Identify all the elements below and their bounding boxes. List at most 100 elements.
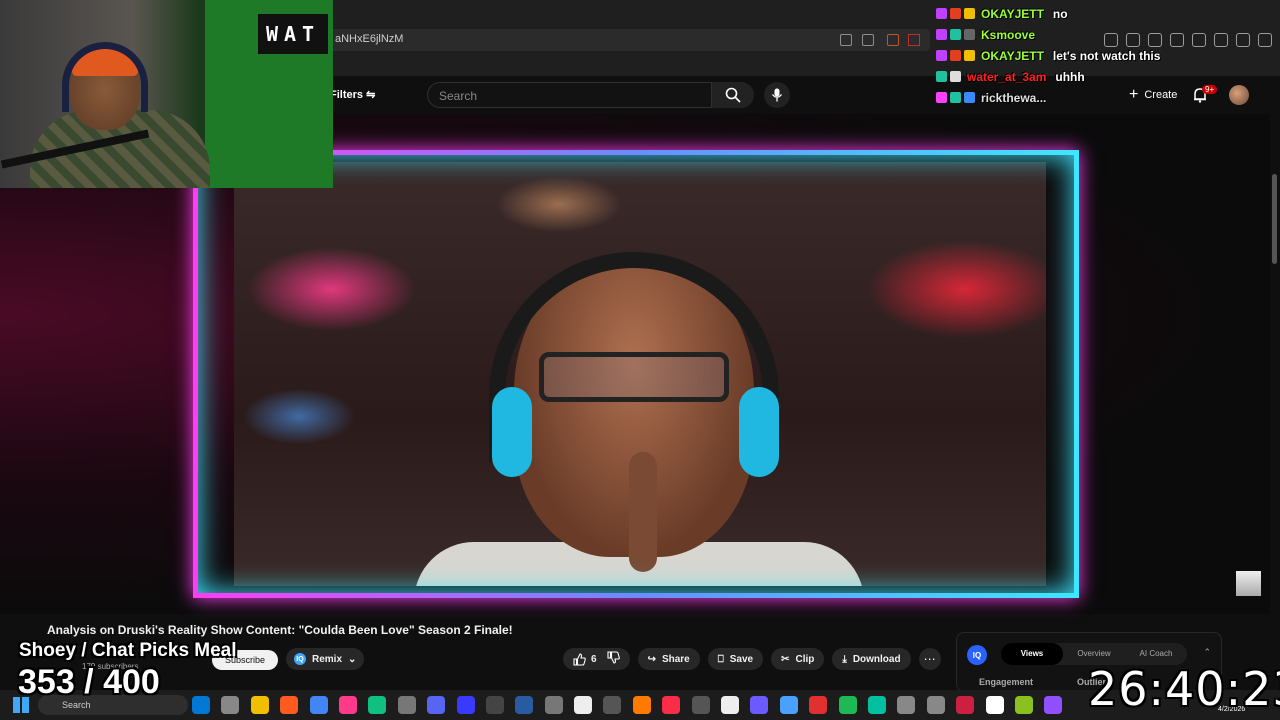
goal-label: Shoey / Chat Picks Meal bbox=[19, 640, 237, 661]
taskbar-app-icon[interactable] bbox=[721, 696, 740, 714]
taskbar-app-icon[interactable] bbox=[427, 696, 446, 714]
taskbar-app-icon[interactable] bbox=[250, 696, 269, 714]
chat-badge-icon bbox=[950, 8, 961, 19]
chat-username: water_at_3am bbox=[967, 69, 1047, 84]
taskbar-app-icon[interactable] bbox=[956, 696, 975, 714]
taskbar-app-icon[interactable] bbox=[809, 696, 828, 714]
brave-shield-icon[interactable] bbox=[887, 34, 899, 46]
chat-username: Ksmoove bbox=[981, 27, 1036, 42]
taskbar-app-icon[interactable] bbox=[515, 696, 534, 714]
account-avatar[interactable] bbox=[1229, 85, 1249, 105]
download-label: Download bbox=[852, 653, 901, 665]
share-button[interactable]: ↪ Share bbox=[637, 648, 700, 670]
download-button[interactable]: ⤓ Download bbox=[832, 648, 911, 670]
address-bar[interactable]: aNHxE6jlNzM bbox=[290, 29, 930, 51]
chat-badge-icon bbox=[936, 8, 947, 19]
taskbar-app-icon[interactable] bbox=[838, 696, 857, 714]
more-actions-button[interactable]: ⋯ bbox=[918, 648, 941, 670]
taskbar-apps bbox=[192, 696, 1063, 714]
chat-badge-icon bbox=[936, 92, 947, 103]
taskbar-app-icon[interactable] bbox=[632, 696, 651, 714]
clip-button[interactable]: ✂ Clip bbox=[771, 648, 825, 670]
chat-badge-icon bbox=[950, 92, 961, 103]
chat-badge-icon bbox=[964, 92, 975, 103]
neon-frame bbox=[193, 150, 1079, 598]
chat-username: OKAYJETT bbox=[981, 6, 1044, 21]
video-actions: 6 ↪ Share ⎕ Save ✂ Clip ⤓ Download ⋯ bbox=[563, 648, 941, 670]
voice-search-button[interactable] bbox=[764, 82, 790, 108]
like-button[interactable]: 6 bbox=[573, 652, 597, 666]
vpn-icon[interactable] bbox=[1236, 33, 1250, 47]
vidiq-logo[interactable]: IQ bbox=[967, 645, 987, 665]
search-icon bbox=[725, 87, 741, 103]
url-text: aNHxE6jlNzM bbox=[335, 33, 404, 45]
analytics-tab[interactable]: Views bbox=[1001, 643, 1063, 665]
taskbar-app-icon[interactable] bbox=[280, 696, 299, 714]
chat-overlay: OKAYJETT no Ksmoove OKAYJETT let's not watch… bbox=[936, 3, 1176, 108]
wallet-icon[interactable] bbox=[1192, 33, 1206, 47]
chat-badge-icon bbox=[936, 29, 947, 40]
dislike-button[interactable] bbox=[607, 651, 620, 667]
taskbar-app-icon[interactable] bbox=[662, 696, 681, 714]
chat-message: water_at_3am uhhh bbox=[936, 66, 1176, 87]
chat-text: uhhh bbox=[1055, 69, 1085, 84]
video-title: Analysis on Druski's Reality Show Conten… bbox=[47, 623, 513, 637]
brave-rewards-icon[interactable] bbox=[908, 34, 920, 46]
chevron-down-icon: ⌄ bbox=[348, 653, 357, 665]
chat-message: Ksmoove bbox=[936, 24, 1176, 45]
chat-text: let's not watch this bbox=[1052, 48, 1161, 63]
install-icon[interactable] bbox=[840, 34, 852, 46]
taskbar-app-icon[interactable] bbox=[867, 696, 886, 714]
chat-message: rickthewa... bbox=[936, 87, 1176, 108]
save-button[interactable]: ⎕ Save bbox=[707, 648, 764, 670]
notification-count-badge: 9+ bbox=[1202, 85, 1218, 94]
streamer-headset bbox=[62, 42, 148, 112]
filters-button[interactable]: Filters ⇋ bbox=[330, 88, 375, 101]
taskbar-app-icon[interactable] bbox=[574, 696, 593, 714]
taskbar-app-icon[interactable] bbox=[221, 696, 240, 714]
chat-username: rickthewa... bbox=[981, 90, 1047, 105]
remix-button[interactable]: IQ Remix ⌄ bbox=[286, 648, 365, 670]
chat-badge-icon bbox=[950, 50, 961, 61]
search-button[interactable] bbox=[712, 82, 754, 108]
search-placeholder: Search bbox=[439, 89, 478, 103]
taskbar-app-icon[interactable] bbox=[1014, 696, 1033, 714]
leo-ai-icon[interactable] bbox=[1214, 33, 1228, 47]
search-input[interactable]: Search bbox=[427, 82, 712, 108]
chat-badge-icon bbox=[950, 71, 961, 82]
taskbar-app-icon[interactable] bbox=[456, 696, 475, 714]
clip-label: Clip bbox=[795, 653, 815, 665]
taskbar-app-icon[interactable] bbox=[397, 696, 416, 714]
taskbar-app-icon[interactable] bbox=[485, 696, 504, 714]
thumbs-up-icon bbox=[573, 652, 586, 666]
chat-badge-icon bbox=[936, 50, 947, 61]
taskbar-app-icon[interactable] bbox=[544, 696, 563, 714]
taskbar-app-icon[interactable] bbox=[750, 696, 769, 714]
taskbar-app-icon[interactable] bbox=[1044, 696, 1063, 714]
taskbar-app-icon[interactable] bbox=[368, 696, 387, 714]
chat-text: no bbox=[1052, 6, 1068, 21]
page-scrollbar[interactable] bbox=[1270, 114, 1280, 690]
chat-badge-icon bbox=[964, 8, 975, 19]
taskbar-app-icon[interactable] bbox=[897, 696, 916, 714]
collapse-icon[interactable]: ⌃ bbox=[1203, 647, 1211, 658]
taskbar-app-icon[interactable] bbox=[926, 696, 945, 714]
taskbar-app-icon[interactable] bbox=[985, 696, 1004, 714]
taskbar-app-icon[interactable] bbox=[309, 696, 328, 714]
taskbar-app-icon[interactable] bbox=[603, 696, 622, 714]
more-icon: ⋯ bbox=[923, 652, 936, 666]
chat-message: OKAYJETT no bbox=[936, 3, 1176, 24]
share-page-icon[interactable] bbox=[862, 34, 874, 46]
remix-label: Remix bbox=[312, 653, 343, 665]
taskbar-app-icon[interactable] bbox=[192, 696, 210, 714]
taskbar-app-icon[interactable] bbox=[338, 696, 357, 714]
taskbar-app-icon[interactable] bbox=[691, 696, 710, 714]
save-label: Save bbox=[729, 653, 754, 665]
microphone-icon bbox=[771, 88, 783, 102]
menu-icon[interactable] bbox=[1258, 33, 1272, 47]
bookmark-icon: ⎕ bbox=[717, 653, 724, 665]
taskbar-app-icon[interactable] bbox=[779, 696, 798, 714]
channel-watermark[interactable] bbox=[1236, 571, 1261, 596]
scroll-thumb[interactable] bbox=[1272, 174, 1277, 264]
remix-icon: IQ bbox=[294, 653, 306, 665]
